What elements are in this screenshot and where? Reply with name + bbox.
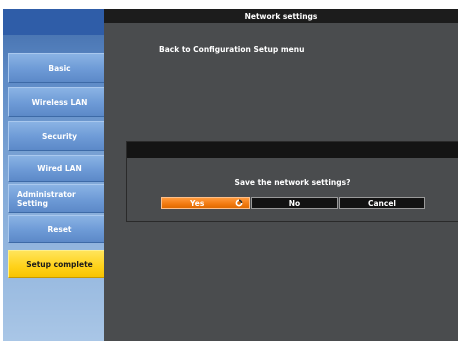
sidebar-item-basic[interactable]: Basic (8, 53, 111, 83)
sidebar-item-label: Basic (48, 63, 71, 73)
sidebar-item-label: Wireless LAN (31, 97, 88, 107)
save-settings-dialog: Save the network settings? Yes No Cancel (126, 141, 458, 222)
sidebar-item-reset[interactable]: Reset (8, 215, 111, 243)
sidebar-item-label: Setup complete (26, 259, 93, 269)
yes-button[interactable]: Yes (161, 197, 250, 209)
sidebar-item-administrator-setting[interactable]: Administrator Setting (8, 184, 111, 213)
sidebar-item-label: Security (41, 131, 78, 141)
sidebar-item-label-line1: Administrator (17, 189, 76, 199)
sidebar-item-wireless-lan[interactable]: Wireless LAN (8, 87, 111, 117)
no-button-label: No (288, 198, 301, 208)
no-button[interactable]: No (251, 197, 338, 209)
sidebar-item-label: Wired LAN (37, 164, 82, 173)
sidebar-item-setup-complete[interactable]: Setup complete (8, 250, 111, 278)
back-to-configuration-menu-link[interactable]: Back to Configuration Setup menu (159, 45, 304, 54)
dialog-message: Save the network settings? (234, 178, 351, 187)
sidebar-item-wired-lan[interactable]: Wired LAN (8, 155, 111, 182)
dialog-header (127, 142, 458, 158)
main-panel: Network settings Back to Configuration S… (104, 9, 458, 341)
sidebar-item-security[interactable]: Security (8, 121, 111, 151)
sidebar-item-label: Reset (47, 224, 72, 234)
sidebar-header (3, 9, 117, 35)
page-title: Network settings (104, 9, 458, 23)
check-circle-icon (235, 199, 243, 207)
projector-screen: Basic Wireless LAN Security Wired LAN Ad… (3, 9, 458, 341)
yes-button-label: Yes (190, 198, 205, 208)
sidebar: Basic Wireless LAN Security Wired LAN Ad… (3, 9, 117, 341)
sidebar-item-label-line2: Setting (17, 198, 48, 208)
cancel-button[interactable]: Cancel (339, 197, 425, 209)
sidebar-item-label: Administrator Setting (17, 190, 76, 208)
cancel-button-label: Cancel (367, 198, 396, 208)
